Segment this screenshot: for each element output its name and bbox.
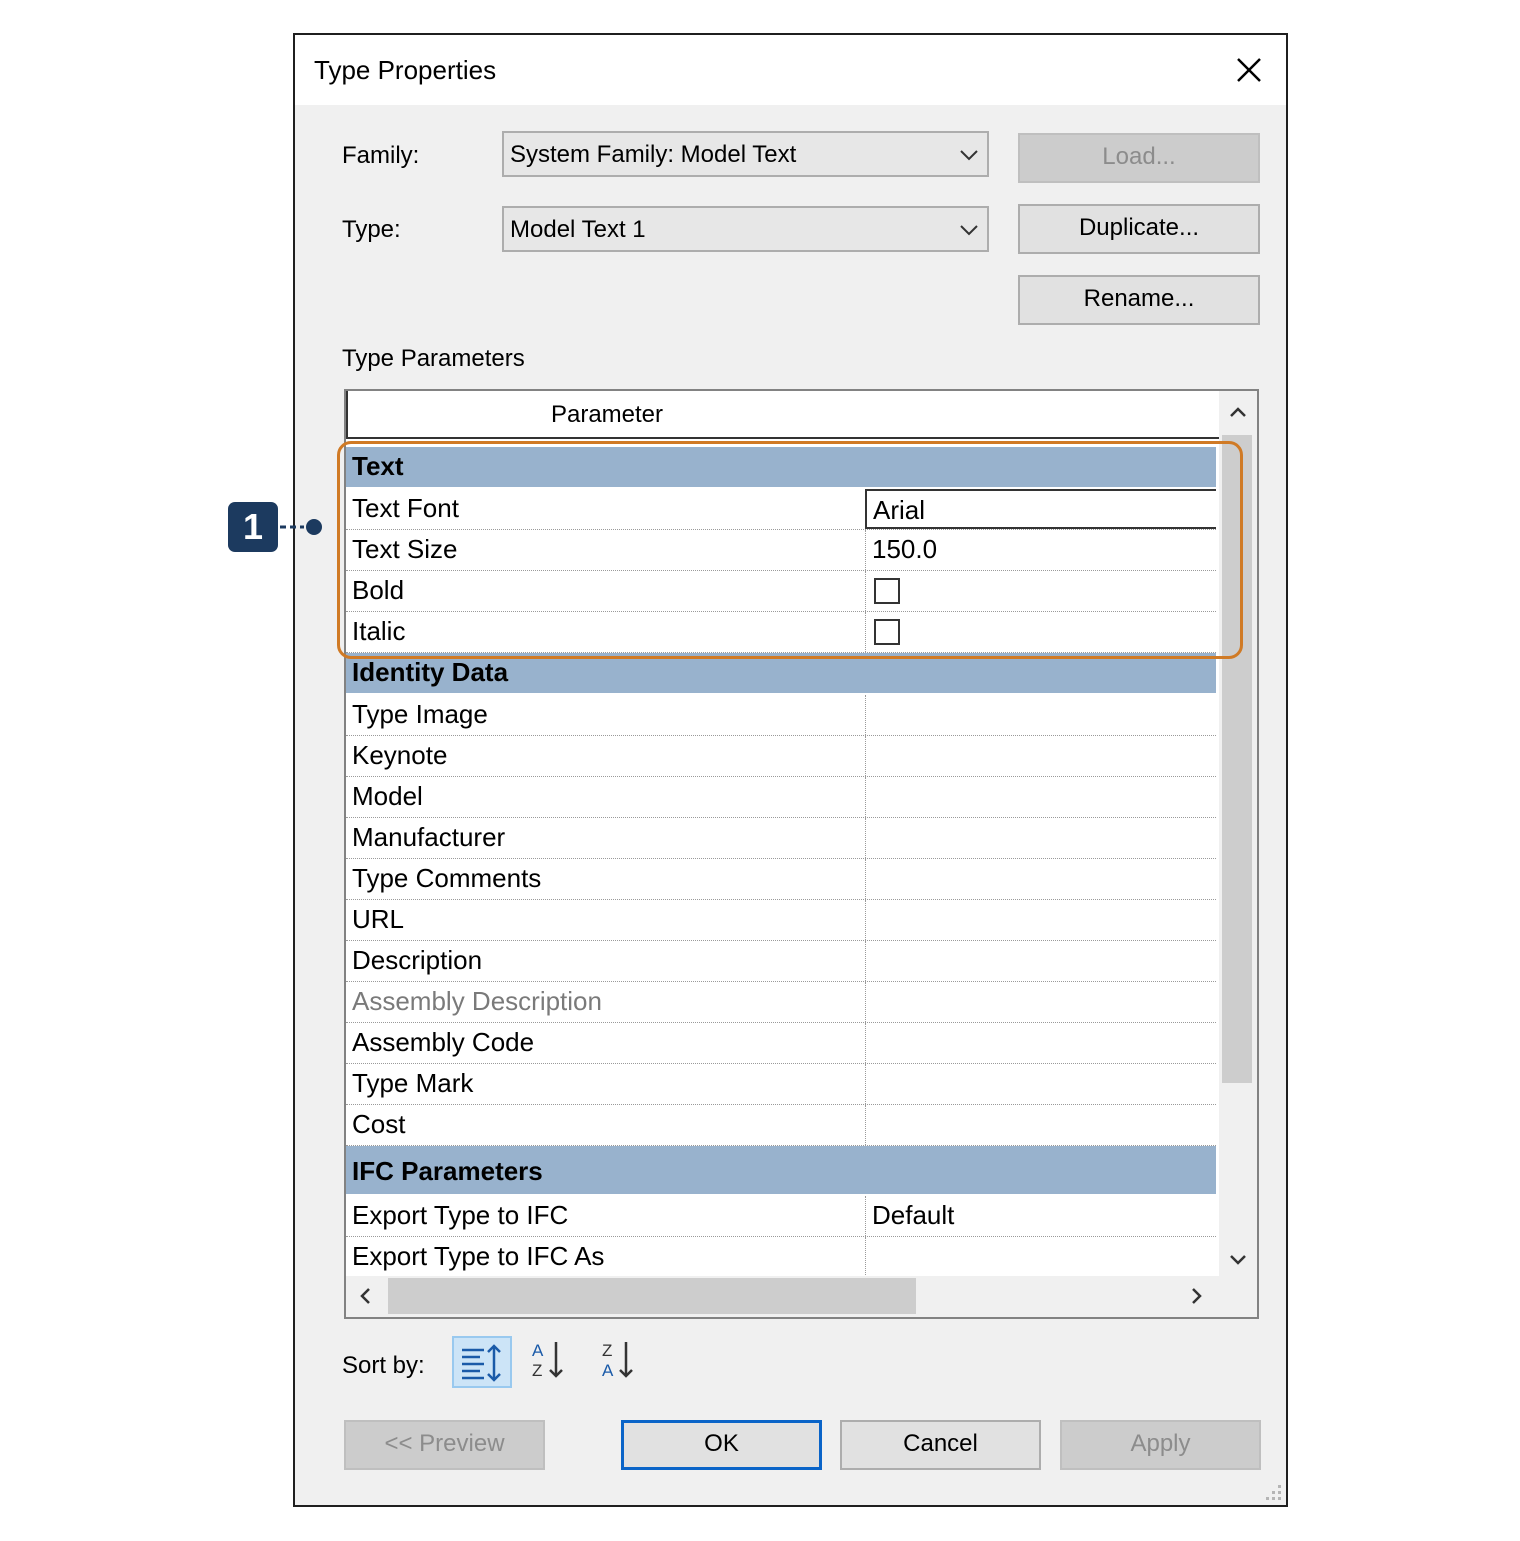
param-row-description[interactable]: Description	[346, 941, 1216, 982]
param-row-cost[interactable]: Cost	[346, 1105, 1216, 1146]
param-value-cell[interactable]	[865, 859, 1216, 899]
group-name: IFC Parameters	[352, 1156, 543, 1186]
param-value-cell[interactable]	[865, 777, 1216, 817]
ok-button[interactable]: OK	[621, 1420, 822, 1470]
title-bar: Type Properties	[295, 35, 1286, 105]
param-value-cell	[865, 982, 1216, 1022]
param-value-cell[interactable]	[865, 736, 1216, 776]
param-row-assembly-description: Assembly Description	[346, 982, 1216, 1023]
preview-button[interactable]: << Preview	[344, 1420, 545, 1470]
param-value-cell[interactable]: Default	[865, 1196, 1216, 1236]
family-dropdown[interactable]: System Family: Model Text	[502, 131, 989, 177]
sort-descending-icon: Z A	[602, 1341, 633, 1380]
grid-header: Parameter	[346, 391, 1219, 439]
group-name: Identity Data	[352, 657, 509, 687]
param-name: Type Comments	[352, 863, 542, 893]
param-name: Type Mark	[352, 1068, 474, 1098]
chevron-down-icon	[960, 225, 978, 236]
param-row-export-type-to-ifc[interactable]: Export Type to IFC Default	[346, 1196, 1216, 1237]
param-name: Assembly Code	[352, 1027, 535, 1057]
param-name: Type Image	[352, 699, 488, 729]
svg-text:A: A	[602, 1361, 614, 1380]
scroll-up-icon[interactable]	[1226, 401, 1250, 425]
param-value-cell[interactable]	[865, 695, 1216, 735]
sort-grouped-button[interactable]	[452, 1336, 512, 1388]
callout-leader	[280, 519, 322, 535]
cancel-button[interactable]: Cancel	[840, 1420, 1041, 1470]
param-value-cell[interactable]	[865, 1105, 1216, 1145]
param-row-export-type-to-ifc-as[interactable]: Export Type to IFC As	[346, 1237, 1216, 1276]
param-value-cell[interactable]	[865, 941, 1216, 981]
close-icon	[1237, 58, 1261, 82]
type-properties-dialog: Type Properties Family: System Family: M…	[293, 33, 1288, 1507]
column-header-parameter[interactable]: Parameter	[346, 391, 868, 439]
param-row-manufacturer[interactable]: Manufacturer	[346, 818, 1216, 859]
duplicate-button[interactable]: Duplicate...	[1018, 204, 1260, 254]
scroll-right-icon[interactable]	[1184, 1284, 1208, 1308]
type-dropdown[interactable]: Model Text 1	[502, 206, 989, 252]
param-value-cell[interactable]	[865, 818, 1216, 858]
chevron-down-icon	[960, 150, 978, 161]
param-name: Model	[352, 781, 423, 811]
sort-grouped-icon	[462, 1344, 501, 1382]
group-header-identity-data[interactable]: Identity Data	[346, 653, 1216, 695]
family-label: Family:	[342, 142, 420, 169]
scroll-left-icon[interactable]	[354, 1284, 378, 1308]
param-value-cell[interactable]	[865, 1064, 1216, 1104]
group-header-ifc-parameters[interactable]: IFC Parameters	[346, 1146, 1216, 1196]
param-name: URL	[352, 904, 405, 934]
param-row-url[interactable]: URL	[346, 900, 1216, 941]
param-row-model[interactable]: Model	[346, 777, 1216, 818]
param-value-cell[interactable]	[865, 1237, 1216, 1276]
sort-ascending-button[interactable]: A Z	[522, 1336, 582, 1388]
sort-by-label: Sort by:	[342, 1352, 425, 1379]
param-name: Export Type to IFC	[352, 1200, 569, 1230]
param-value-cell[interactable]	[865, 1023, 1216, 1063]
svg-text:A: A	[532, 1341, 544, 1360]
rename-button[interactable]: Rename...	[1018, 275, 1260, 325]
load-button[interactable]: Load...	[1018, 133, 1260, 183]
column-header-value[interactable]	[866, 391, 1219, 439]
dialog-title: Type Properties	[314, 55, 497, 85]
apply-button[interactable]: Apply	[1060, 1420, 1261, 1470]
param-row-keynote[interactable]: Keynote	[346, 736, 1216, 777]
param-row-type-mark[interactable]: Type Mark	[346, 1064, 1216, 1105]
svg-text:Z: Z	[532, 1361, 542, 1380]
param-row-type-image[interactable]: Type Image	[346, 695, 1216, 736]
param-name: Description	[352, 945, 483, 975]
type-label: Type:	[342, 216, 401, 243]
param-value: Default	[872, 1200, 955, 1230]
param-name: Manufacturer	[352, 822, 506, 852]
resize-grip-icon[interactable]	[1262, 1481, 1284, 1503]
param-row-type-comments[interactable]: Type Comments	[346, 859, 1216, 900]
param-name: Assembly Description	[352, 986, 602, 1016]
param-name: Keynote	[352, 740, 448, 770]
svg-text:Z: Z	[602, 1341, 612, 1360]
param-value-cell[interactable]	[865, 900, 1216, 940]
type-parameters-label: Type Parameters	[342, 345, 525, 372]
param-name: Export Type to IFC As	[352, 1241, 605, 1271]
sort-ascending-icon: A Z	[532, 1341, 563, 1380]
param-row-assembly-code[interactable]: Assembly Code	[346, 1023, 1216, 1064]
horizontal-scroll-thumb[interactable]	[388, 1278, 916, 1314]
sort-descending-button[interactable]: Z A	[592, 1336, 652, 1388]
param-name: Cost	[352, 1109, 406, 1139]
scroll-down-icon[interactable]	[1226, 1247, 1250, 1271]
text-group-highlight	[337, 441, 1243, 659]
type-value: Model Text 1	[510, 216, 646, 243]
family-value: System Family: Model Text	[510, 141, 797, 168]
callout-badge: 1	[228, 502, 278, 552]
close-button[interactable]	[1226, 47, 1272, 93]
horizontal-scrollbar[interactable]	[346, 1276, 1257, 1317]
